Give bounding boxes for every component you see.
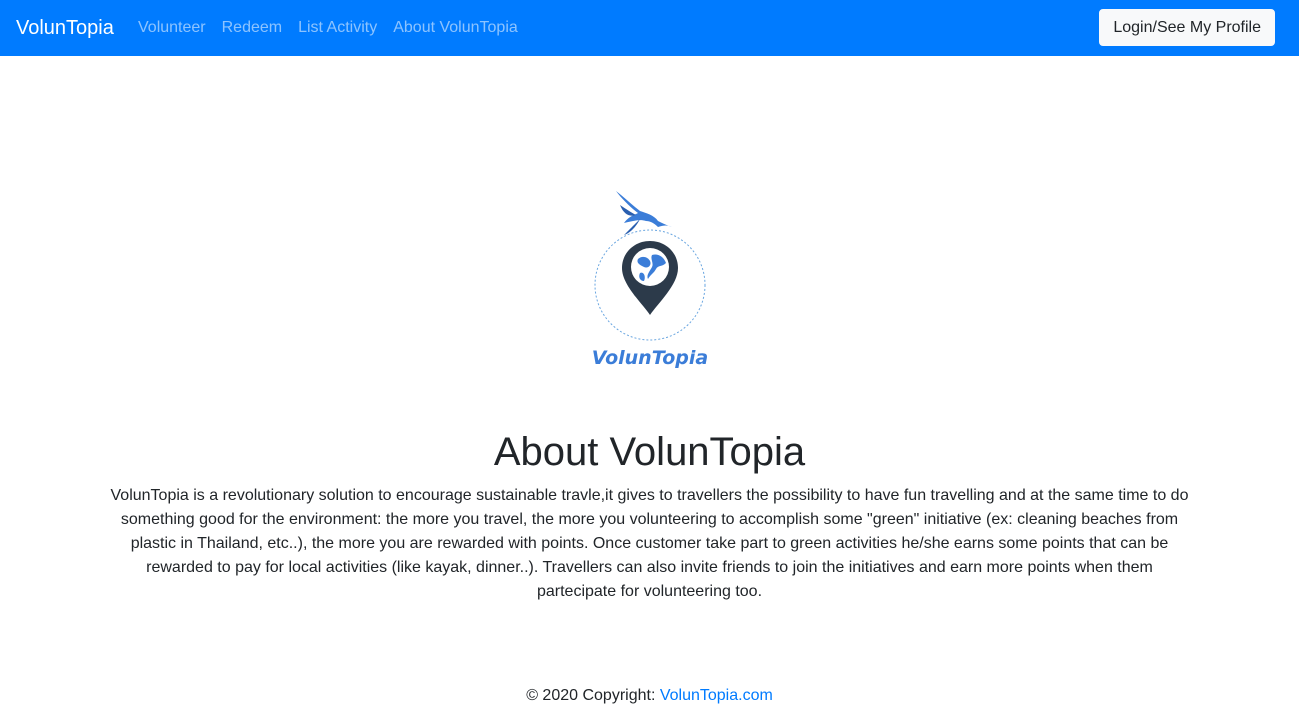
map-pin-icon: [622, 241, 678, 315]
globe-icon: [631, 248, 669, 286]
footer-site-link[interactable]: VolunTopia.com: [660, 687, 773, 704]
login-profile-button[interactable]: Login/See My Profile: [1099, 9, 1275, 46]
hummingbird-icon: [616, 191, 672, 235]
nav-link-about[interactable]: About VolunTopia: [385, 16, 526, 40]
footer-copyright: © 2020 Copyright:: [526, 687, 660, 704]
logo-graphic: VolunTopia: [592, 191, 708, 369]
voluntopia-logo: VolunTopia: [580, 175, 720, 375]
logo-wordmark: VolunTopia: [592, 347, 708, 369]
top-navbar: VolunTopia Volunteer Redeem List Activit…: [0, 0, 1299, 56]
brand-link[interactable]: VolunTopia: [16, 14, 114, 42]
footer: © 2020 Copyright: VolunTopia.com: [0, 684, 1299, 708]
nav-link-volunteer[interactable]: Volunteer: [130, 16, 214, 40]
nav-link-list-activity[interactable]: List Activity: [290, 16, 385, 40]
nav-links: Volunteer Redeem List Activity About Vol…: [130, 16, 526, 40]
about-description: VolunTopia is a revolutionary solution t…: [110, 487, 1189, 600]
nav-link-redeem[interactable]: Redeem: [214, 16, 290, 40]
page-title: About VolunTopia: [493, 430, 806, 474]
